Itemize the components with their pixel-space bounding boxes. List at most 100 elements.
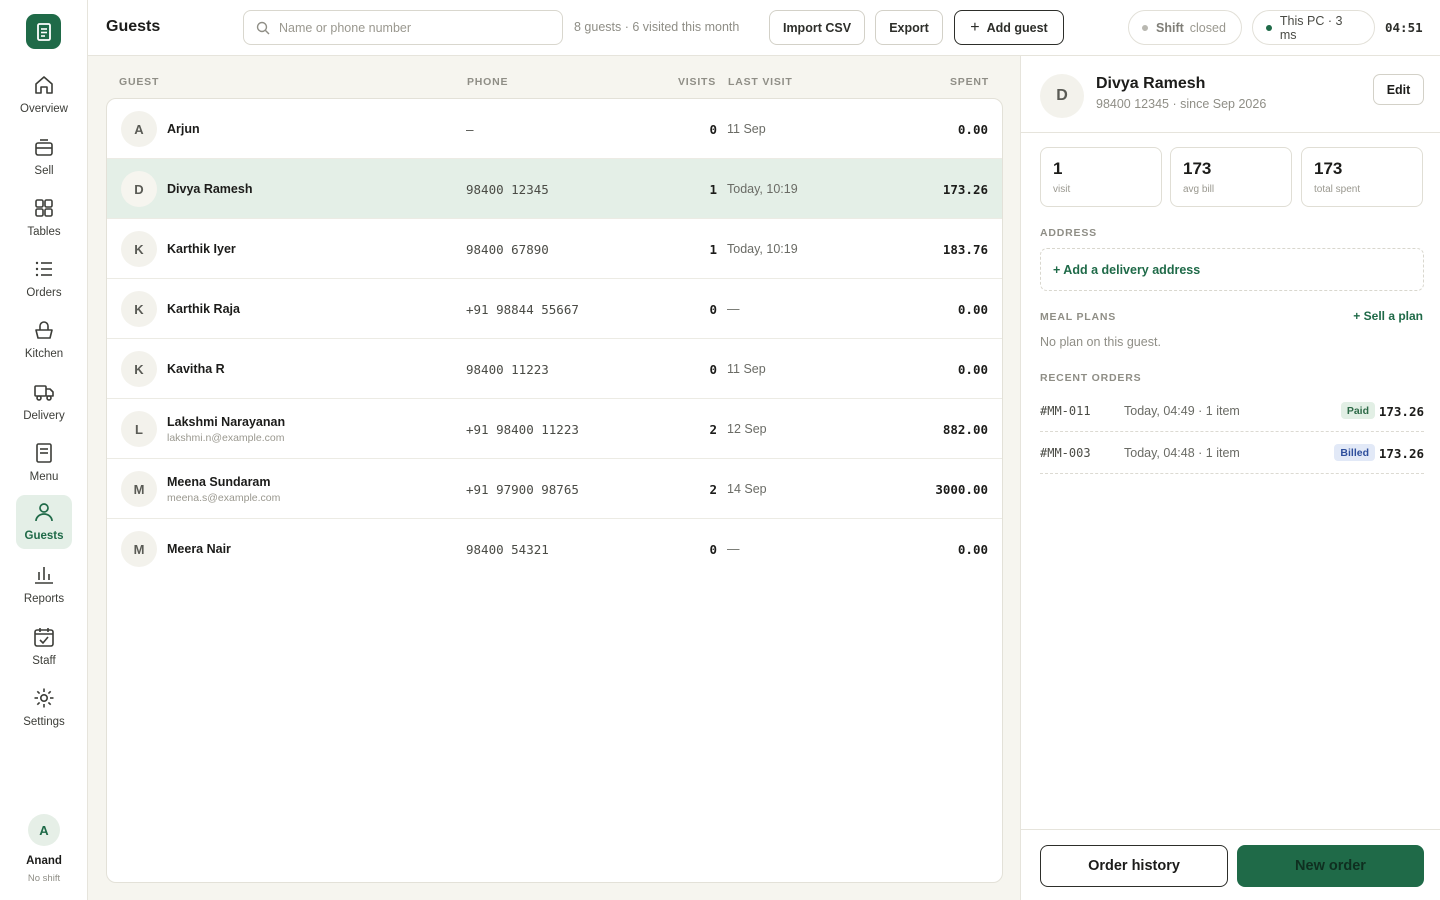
nav-orders[interactable]: Orders bbox=[16, 252, 72, 306]
nav-kitchen[interactable]: Kitchen bbox=[16, 313, 72, 367]
export-button[interactable]: Export bbox=[875, 10, 943, 45]
table-row[interactable]: L Lakshmi Narayanan lakshmi.n@example.co… bbox=[107, 399, 1002, 459]
stat-total-spent: 173 total spent bbox=[1301, 147, 1423, 207]
guest-phone: 98400 11223 bbox=[466, 362, 549, 377]
connection-status-pill[interactable]: This PC · 3 ms bbox=[1252, 10, 1375, 45]
status-badge: Paid bbox=[1340, 402, 1375, 419]
guest-last-visit: — bbox=[727, 542, 740, 556]
order-amount: 173.26 bbox=[1378, 446, 1424, 461]
sidebar: Overview Sell Tables Orders Kitchen Deli… bbox=[0, 0, 88, 900]
order-history-button[interactable]: Order history bbox=[1040, 845, 1228, 887]
bar-chart-icon bbox=[33, 564, 55, 586]
grid-icon bbox=[33, 197, 55, 219]
guest-summary: 8 guests · 6 visited this month bbox=[574, 20, 740, 34]
nav-menu[interactable]: Menu bbox=[16, 436, 72, 490]
recent-orders-section-title: RECENT ORDERS bbox=[1040, 372, 1142, 384]
search-box[interactable] bbox=[243, 10, 563, 45]
app-logo[interactable] bbox=[26, 14, 61, 49]
order-row[interactable]: #MM-003 Today, 04:48 · 1 item Billed 173… bbox=[1040, 432, 1424, 474]
shift-label: Shift bbox=[1156, 20, 1184, 35]
guest-email: meena.s@example.com bbox=[167, 492, 281, 504]
nav-overview[interactable]: Overview bbox=[16, 68, 72, 122]
guest-visits: 0 bbox=[709, 542, 717, 557]
table-row-selected[interactable]: D Divya Ramesh 98400 12345 1 Today, 10:1… bbox=[107, 159, 1002, 219]
guest-last-visit: 12 Sep bbox=[727, 422, 767, 436]
add-guest-label: Add guest bbox=[986, 20, 1048, 35]
guest-avatar: A bbox=[121, 111, 157, 147]
guest-avatar: K bbox=[121, 351, 157, 387]
guest-visits: 0 bbox=[709, 362, 717, 377]
table-row[interactable]: K Kavitha R 98400 11223 0 11 Sep 0.00 bbox=[107, 339, 1002, 399]
guest-name: Karthik Iyer bbox=[167, 242, 236, 256]
guest-table: A Arjun – 0 11 Sep 0.00 D Divya Ramesh 9… bbox=[106, 98, 1003, 883]
nav-settings[interactable]: Settings bbox=[16, 681, 72, 735]
guest-visits: 0 bbox=[709, 302, 717, 317]
nav-tables[interactable]: Tables bbox=[16, 191, 72, 245]
guest-name: Kavitha R bbox=[167, 362, 225, 376]
nav-sell[interactable]: Sell bbox=[16, 130, 72, 184]
nav-guests[interactable]: Guests bbox=[16, 495, 72, 549]
table-row[interactable]: M Meera Nair 98400 54321 0 — 0.00 bbox=[107, 519, 1002, 579]
register-icon bbox=[33, 136, 55, 158]
table-row[interactable]: K Karthik Raja +91 98844 55667 0 — 0.00 bbox=[107, 279, 1002, 339]
guest-visits: 2 bbox=[709, 482, 717, 497]
add-address-button[interactable]: + Add a delivery address bbox=[1040, 248, 1424, 291]
online-dot-icon bbox=[1266, 24, 1272, 31]
guest-phone: +91 98844 55667 bbox=[466, 302, 579, 317]
status-dot-icon bbox=[1142, 24, 1148, 31]
guest-phone: +91 98400 11223 bbox=[466, 422, 579, 437]
edit-guest-button[interactable]: Edit bbox=[1373, 74, 1424, 105]
status-badge: Billed bbox=[1334, 444, 1375, 461]
user-icon bbox=[33, 501, 55, 523]
guest-email: lakshmi.n@example.com bbox=[167, 432, 285, 444]
stat-visits: 1 visit bbox=[1040, 147, 1162, 207]
nav-staff[interactable]: Staff bbox=[16, 620, 72, 674]
order-id: #MM-003 bbox=[1040, 446, 1091, 460]
guest-visits: 2 bbox=[709, 422, 717, 437]
order-row[interactable]: #MM-011 Today, 04:49 · 1 item Paid 173.2… bbox=[1040, 390, 1424, 432]
import-csv-button[interactable]: Import CSV bbox=[769, 10, 865, 45]
gear-icon bbox=[33, 687, 55, 709]
table-row[interactable]: M Meena Sundaram meena.s@example.com +91… bbox=[107, 459, 1002, 519]
guest-phone: 98400 67890 bbox=[466, 242, 549, 257]
address-section-title: ADDRESS bbox=[1040, 227, 1097, 239]
guest-avatar: M bbox=[121, 471, 157, 507]
table-row[interactable]: K Karthik Iyer 98400 67890 1 Today, 10:1… bbox=[107, 219, 1002, 279]
guest-name: Meera Nair bbox=[167, 542, 231, 556]
stat-caption: visit bbox=[1053, 184, 1071, 195]
stat-avg-bill: 173 avg bill bbox=[1170, 147, 1292, 207]
list-icon bbox=[33, 258, 55, 280]
table-row[interactable]: A Arjun – 0 11 Sep 0.00 bbox=[107, 99, 1002, 159]
user-profile[interactable]: A Anand No shift bbox=[0, 814, 88, 884]
receipt-icon bbox=[36, 22, 51, 41]
search-input[interactable] bbox=[279, 20, 539, 35]
nav-reports[interactable]: Reports bbox=[16, 558, 72, 612]
nav-delivery[interactable]: Delivery bbox=[16, 375, 72, 429]
guest-visits: 0 bbox=[709, 122, 717, 137]
shift-status-pill[interactable]: Shift closed bbox=[1128, 10, 1242, 45]
guest-last-visit: 11 Sep bbox=[727, 362, 766, 376]
nav-settings-label: Settings bbox=[23, 716, 65, 728]
clock: 04:51 bbox=[1385, 20, 1423, 35]
nav-delivery-label: Delivery bbox=[23, 410, 65, 422]
user-shift-status: No shift bbox=[27, 873, 61, 884]
new-order-button[interactable]: New order bbox=[1237, 845, 1424, 887]
table-header: GUEST PHONE VISITS LAST VISIT SPENT bbox=[88, 56, 1020, 98]
sell-plan-link[interactable]: + Sell a plan bbox=[1353, 309, 1423, 323]
detail-avatar: D bbox=[1040, 74, 1084, 118]
guest-name: Meena Sundaram bbox=[167, 475, 271, 489]
nav-reports-label: Reports bbox=[23, 593, 65, 605]
guest-last-visit: Today, 10:19 bbox=[727, 242, 798, 256]
guest-last-visit: 11 Sep bbox=[727, 122, 766, 136]
detail-footer: Order history New order bbox=[1021, 829, 1440, 900]
guest-avatar: L bbox=[121, 411, 157, 447]
nav-menu-label: Menu bbox=[29, 471, 59, 483]
col-phone: PHONE bbox=[467, 76, 509, 88]
no-plan-text: No plan on this guest. bbox=[1040, 335, 1161, 349]
guest-detail-panel: D Divya Ramesh 98400 12345 · since Sep 2… bbox=[1020, 56, 1440, 900]
home-icon bbox=[33, 74, 55, 96]
guest-visits: 1 bbox=[709, 182, 717, 197]
guest-avatar: M bbox=[121, 531, 157, 567]
guest-spent: 3000.00 bbox=[935, 482, 988, 497]
add-guest-button[interactable]: + Add guest bbox=[954, 10, 1064, 45]
